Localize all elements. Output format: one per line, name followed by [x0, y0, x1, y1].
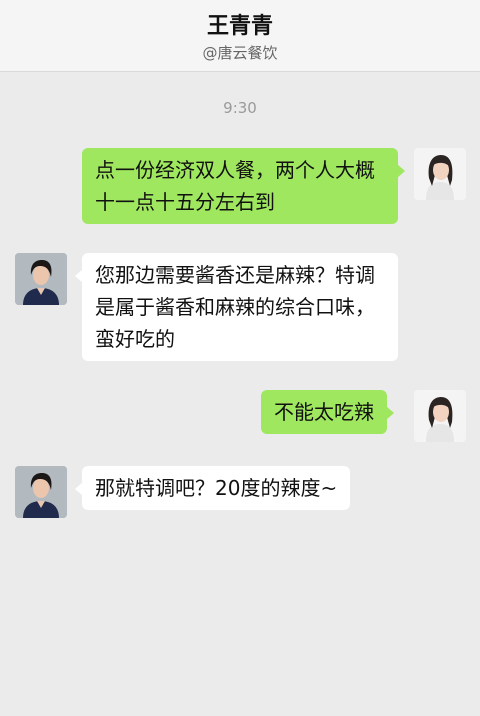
self-avatar[interactable]: [414, 148, 466, 200]
message-bubble-sent[interactable]: 点一份经济双人餐，两个人大概十一点十五分左右到: [82, 148, 405, 224]
message-timestamp: 9:30: [223, 99, 257, 117]
agent-avatar[interactable]: [15, 466, 67, 518]
contact-name[interactable]: 王青青: [0, 8, 480, 40]
self-avatar[interactable]: [414, 390, 466, 442]
woman-avatar-icon: [15, 466, 67, 518]
woman-avatar-icon: [414, 390, 466, 442]
message-bubble-received[interactable]: 您那边需要酱香还是麻辣？特调是属于酱香和麻辣的综合口味，蛮好吃的: [75, 253, 398, 361]
agent-avatar[interactable]: [15, 253, 67, 305]
woman-avatar-icon: [414, 148, 466, 200]
message-text: 那就特调吧？20度的辣度~: [95, 476, 338, 500]
message-bubble-sent[interactable]: 不能太吃辣: [261, 390, 394, 434]
message-text: 不能太吃辣: [274, 400, 374, 424]
woman-avatar-icon: [15, 253, 67, 305]
contact-company: @唐云餐饮: [202, 44, 278, 62]
message-text: 您那边需要酱香还是麻辣？特调是属于酱香和麻辣的综合口味，蛮好吃的: [95, 263, 375, 351]
message-bubble-received[interactable]: 那就特调吧？20度的辣度~: [74, 466, 351, 510]
message-text: 点一份经济双人餐，两个人大概十一点十五分左右到: [95, 158, 375, 214]
chat-header: 王青青 @唐云餐饮: [0, 0, 480, 72]
